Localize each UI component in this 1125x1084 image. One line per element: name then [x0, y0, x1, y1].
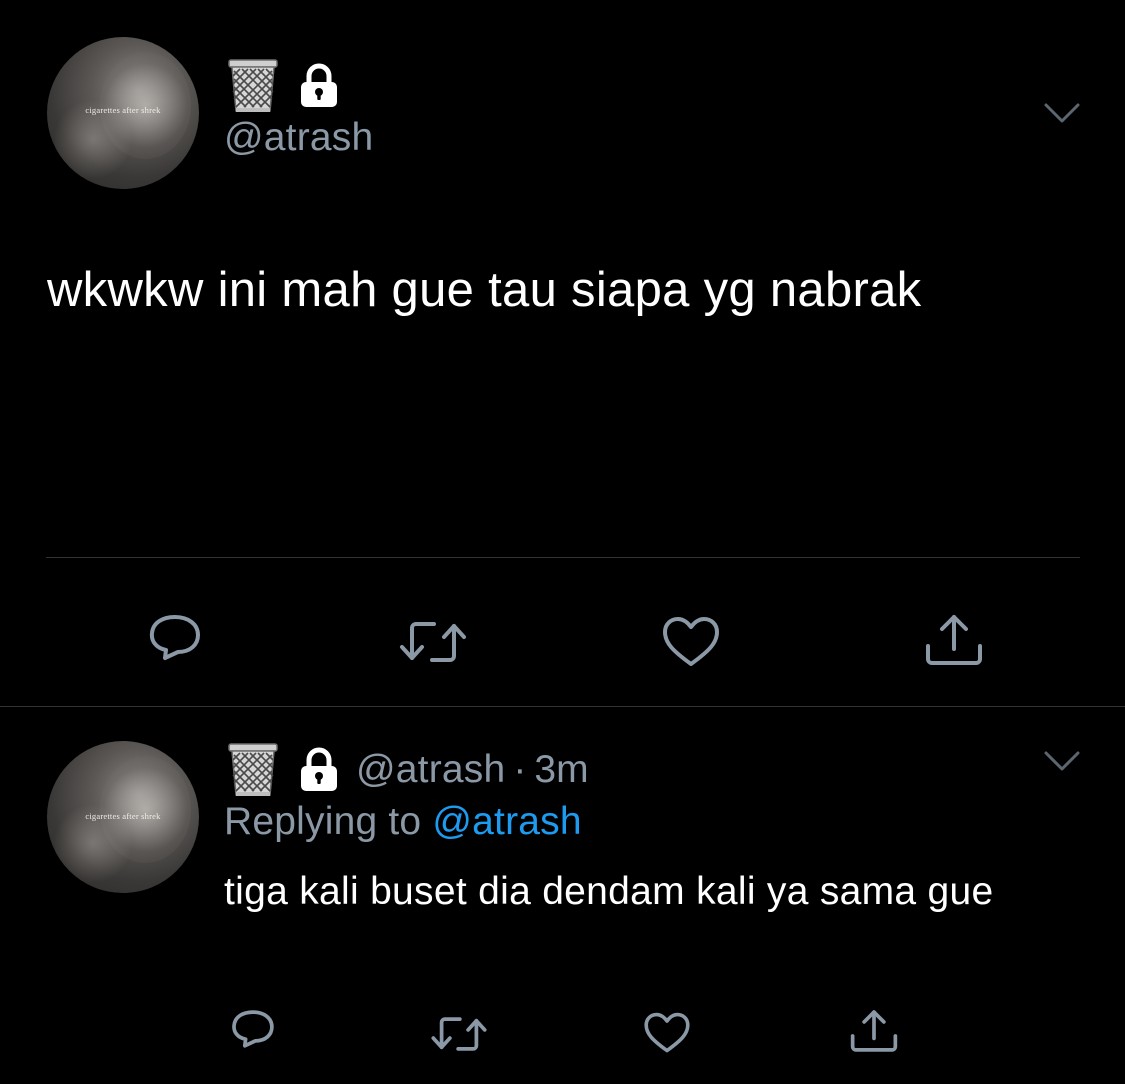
divider: [46, 557, 1080, 558]
like-icon[interactable]: [661, 616, 721, 668]
separator-dot: ·: [513, 748, 527, 791]
reply-icon[interactable]: [230, 1008, 276, 1054]
avatar-caption: cigarettes after shrek: [85, 811, 161, 821]
chevron-down-icon[interactable]: [1044, 750, 1080, 772]
reply-icon[interactable]: [147, 612, 203, 668]
replying-to: Replying to @atrash: [224, 800, 582, 844]
display-name[interactable]: [226, 58, 340, 114]
replying-prefix: Replying to: [224, 800, 422, 843]
tweet-text: wkwkw ini mah gue tau siapa yg nabrak: [47, 263, 922, 317]
main-tweet: cigarettes after shrek @atrash wkwkw ini…: [0, 0, 1125, 706]
lock-icon: [301, 63, 337, 107]
avatar-caption: cigarettes after shrek: [85, 105, 161, 115]
section-separator: [0, 706, 1125, 707]
reply-header: @atrash · 3m: [226, 742, 589, 798]
wastebasket-icon: [228, 743, 278, 796]
like-icon[interactable]: [643, 1012, 691, 1054]
wastebasket-icon: [228, 59, 278, 112]
chevron-down-icon[interactable]: [1044, 102, 1080, 124]
avatar[interactable]: cigarettes after shrek: [47, 37, 199, 189]
retweet-icon[interactable]: [398, 618, 468, 666]
handle[interactable]: @atrash: [224, 116, 373, 160]
retweet-icon[interactable]: [430, 1014, 488, 1054]
handle[interactable]: @atrash: [356, 748, 505, 792]
tweet-text: tiga kali buset dia dendam kali ya sama …: [224, 870, 994, 913]
share-icon[interactable]: [849, 1008, 899, 1054]
lock-icon: [301, 747, 337, 791]
share-icon[interactable]: [924, 612, 984, 668]
mention-link[interactable]: @atrash: [432, 800, 581, 843]
avatar[interactable]: cigarettes after shrek: [47, 741, 199, 893]
timestamp[interactable]: 3m: [534, 748, 588, 792]
tweet-detail-page: cigarettes after shrek @atrash wkwkw ini…: [0, 0, 1125, 1084]
